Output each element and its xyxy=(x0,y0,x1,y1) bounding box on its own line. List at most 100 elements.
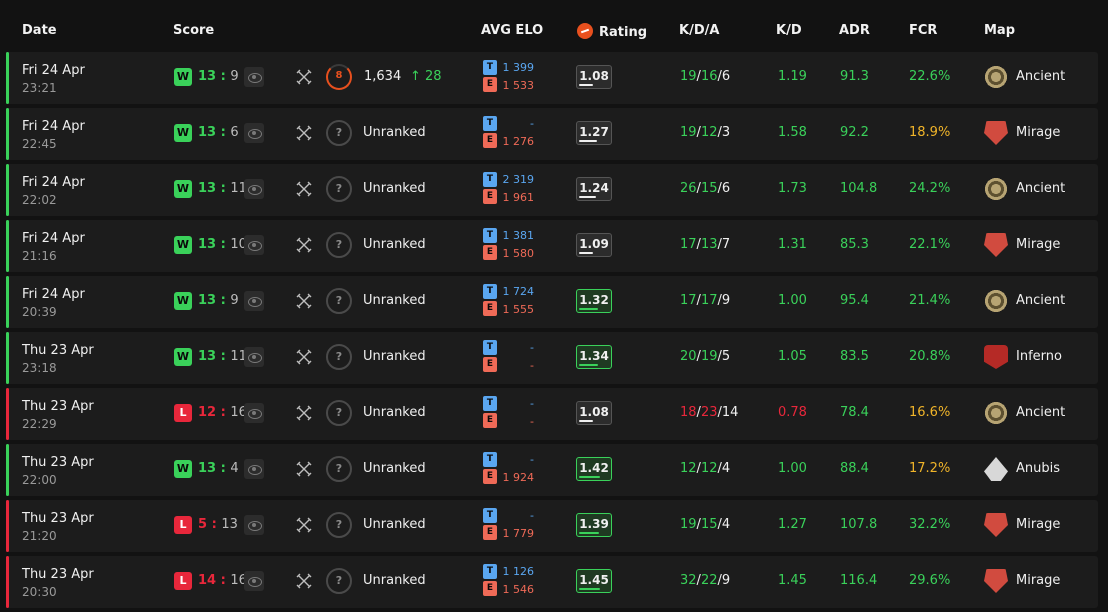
watch-demo-eye-icon[interactable] xyxy=(244,291,264,311)
watch-demo-eye-icon[interactable] xyxy=(244,347,264,367)
enemy-avg-elo: 1 546 xyxy=(502,583,535,596)
enemy-avg-elo: 1 779 xyxy=(502,527,535,540)
match-score: 13 : 6 xyxy=(198,125,239,140)
header-kda[interactable]: K/D/A xyxy=(679,23,719,38)
match-row[interactable]: Fri 24 Apr 22:02 W 13 : 11? Unranked T E 2 319 1… xyxy=(6,164,1098,216)
fcr-value: 24.2% xyxy=(909,181,951,196)
watch-demo-eye-icon[interactable] xyxy=(244,179,264,199)
watch-demo-eye-icon[interactable] xyxy=(244,515,264,535)
header-rating-label: Rating xyxy=(599,25,648,40)
kd-ratio: 1.05 xyxy=(778,349,807,364)
match-row[interactable]: Thu 23 Apr 22:29 L 12 : 16? Unranked T E - - 1.08… xyxy=(6,388,1098,440)
header-rating[interactable]: Rating xyxy=(577,23,647,40)
assists: 6 xyxy=(721,69,731,84)
team-avg-elo: 1 381 xyxy=(502,229,535,242)
match-row[interactable]: Thu 23 Apr 20:30 L 14 : 16? Unranked T E 1 126 1… xyxy=(6,556,1098,608)
score-own: 13 xyxy=(198,461,217,476)
watch-demo-eye-icon[interactable] xyxy=(244,235,264,255)
result-bar xyxy=(6,164,9,216)
match-history-table: Date Score AVG ELO Rating K/D/A K/D ADR … xyxy=(0,0,1108,612)
score-own: 5 xyxy=(198,517,208,532)
rating-value: 1.32 xyxy=(579,293,609,307)
ancient-map-icon xyxy=(984,289,1008,313)
kda-value: 19/16/6 xyxy=(680,69,730,84)
mirage-map-icon xyxy=(984,513,1008,537)
watch-demo-eye-icon[interactable] xyxy=(244,459,264,479)
score-own: 12 xyxy=(198,405,217,420)
score-separator: : xyxy=(216,405,231,420)
score-own: 13 xyxy=(198,237,217,252)
kills: 19 xyxy=(680,517,697,532)
watch-demo-eye-icon[interactable] xyxy=(244,571,264,591)
skill-level-value: ? xyxy=(335,518,343,531)
rating-badge: 1.32 xyxy=(576,289,612,313)
mirage-map-icon xyxy=(984,569,1008,593)
enemy-avg-elo: 1 961 xyxy=(502,191,535,204)
kda-value: 20/19/5 xyxy=(680,349,730,364)
skill-level-value: ? xyxy=(335,238,343,251)
match-row[interactable]: Fri 24 Apr 20:39 W 13 : 9? Unranked T E 1 724 1 … xyxy=(6,276,1098,328)
enemy-avg-elo: 1 580 xyxy=(502,247,535,260)
fcr-value: 18.9% xyxy=(909,125,951,140)
team-tag: T xyxy=(483,60,497,75)
score-opponent: 9 xyxy=(230,293,239,308)
match-row[interactable]: Thu 23 Apr 22:00 W 13 : 4? Unranked T E - 1 924 1… xyxy=(6,444,1098,496)
enemy-avg-elo: 1 924 xyxy=(502,471,535,484)
map-name: Mirage xyxy=(1016,125,1061,140)
adr-value: 104.8 xyxy=(840,181,878,196)
header-avg-elo[interactable]: AVG ELO xyxy=(481,23,543,38)
team-tag: T xyxy=(483,396,497,411)
watch-demo-eye-icon[interactable] xyxy=(244,403,264,423)
kda-value: 18/23/14 xyxy=(680,405,738,420)
score-opponent: 4 xyxy=(230,461,239,476)
kills: 18 xyxy=(680,405,697,420)
fcr-value: 17.2% xyxy=(909,461,951,476)
match-row[interactable]: Fri 24 Apr 21:16 W 13 : 10? Unranked T E 1 381 1… xyxy=(6,220,1098,272)
match-row[interactable]: Fri 24 Apr 22:45 W 13 : 6? Unranked T E - 1 276 1… xyxy=(6,108,1098,160)
unranked-label: Unranked xyxy=(363,293,426,308)
result-bar xyxy=(6,388,9,440)
score-opponent: 9 xyxy=(230,69,239,84)
header-adr[interactable]: ADR xyxy=(839,23,870,38)
header-score[interactable]: Score xyxy=(173,23,214,38)
skill-level-value: ? xyxy=(335,294,343,307)
deaths: 23 xyxy=(700,405,718,420)
watch-demo-eye-icon[interactable] xyxy=(244,67,264,87)
result-bar xyxy=(6,556,9,608)
rating-bar-fill xyxy=(579,84,593,86)
header-map[interactable]: Map xyxy=(984,23,1015,38)
rating-bar-fill xyxy=(579,308,598,310)
header-kd[interactable]: K/D xyxy=(776,23,802,38)
match-score: 12 : 16 xyxy=(198,405,247,420)
adr-value: 91.3 xyxy=(840,69,869,84)
result-bar xyxy=(6,276,9,328)
skill-level-value: ? xyxy=(335,574,343,587)
match-row[interactable]: Thu 23 Apr 23:18 W 13 : 11? Unranked T E - - 1.34… xyxy=(6,332,1098,384)
enemy-avg-elo: 1 276 xyxy=(502,135,535,148)
rating-value: 1.45 xyxy=(579,573,609,587)
deaths: 22 xyxy=(700,573,718,588)
kills: 17 xyxy=(680,237,697,252)
kd-ratio: 1.45 xyxy=(778,573,807,588)
fcr-value: 32.2% xyxy=(909,517,951,532)
unranked-label: Unranked xyxy=(363,405,426,420)
score-separator: : xyxy=(216,237,231,252)
adr-value: 107.8 xyxy=(840,517,878,532)
result-badge: L xyxy=(174,516,192,534)
kda-value: 17/13/7 xyxy=(680,237,730,252)
result-bar xyxy=(6,108,9,160)
watch-demo-eye-icon[interactable] xyxy=(244,123,264,143)
score-separator: : xyxy=(207,517,222,532)
match-row[interactable]: Fri 24 Apr 23:21 W 13 : 9 8 1,634 ↑ 28 T E 1 399 1… xyxy=(6,52,1098,104)
score-separator: : xyxy=(216,181,231,196)
score-opponent: 13 xyxy=(221,517,238,532)
header-fcr[interactable]: FCR xyxy=(909,23,937,38)
kda-value: 19/15/4 xyxy=(680,517,730,532)
rating-bar-fill xyxy=(579,420,593,422)
header-date[interactable]: Date xyxy=(22,23,57,38)
skill-level-value: ? xyxy=(335,182,343,195)
team-tag: T xyxy=(483,508,497,523)
match-row[interactable]: Thu 23 Apr 21:20 L 5 : 13? Unranked T E -1 779 1… xyxy=(6,500,1098,552)
kda-value: 26/15/6 xyxy=(680,181,730,196)
match-score: 13 : 11 xyxy=(198,349,247,364)
